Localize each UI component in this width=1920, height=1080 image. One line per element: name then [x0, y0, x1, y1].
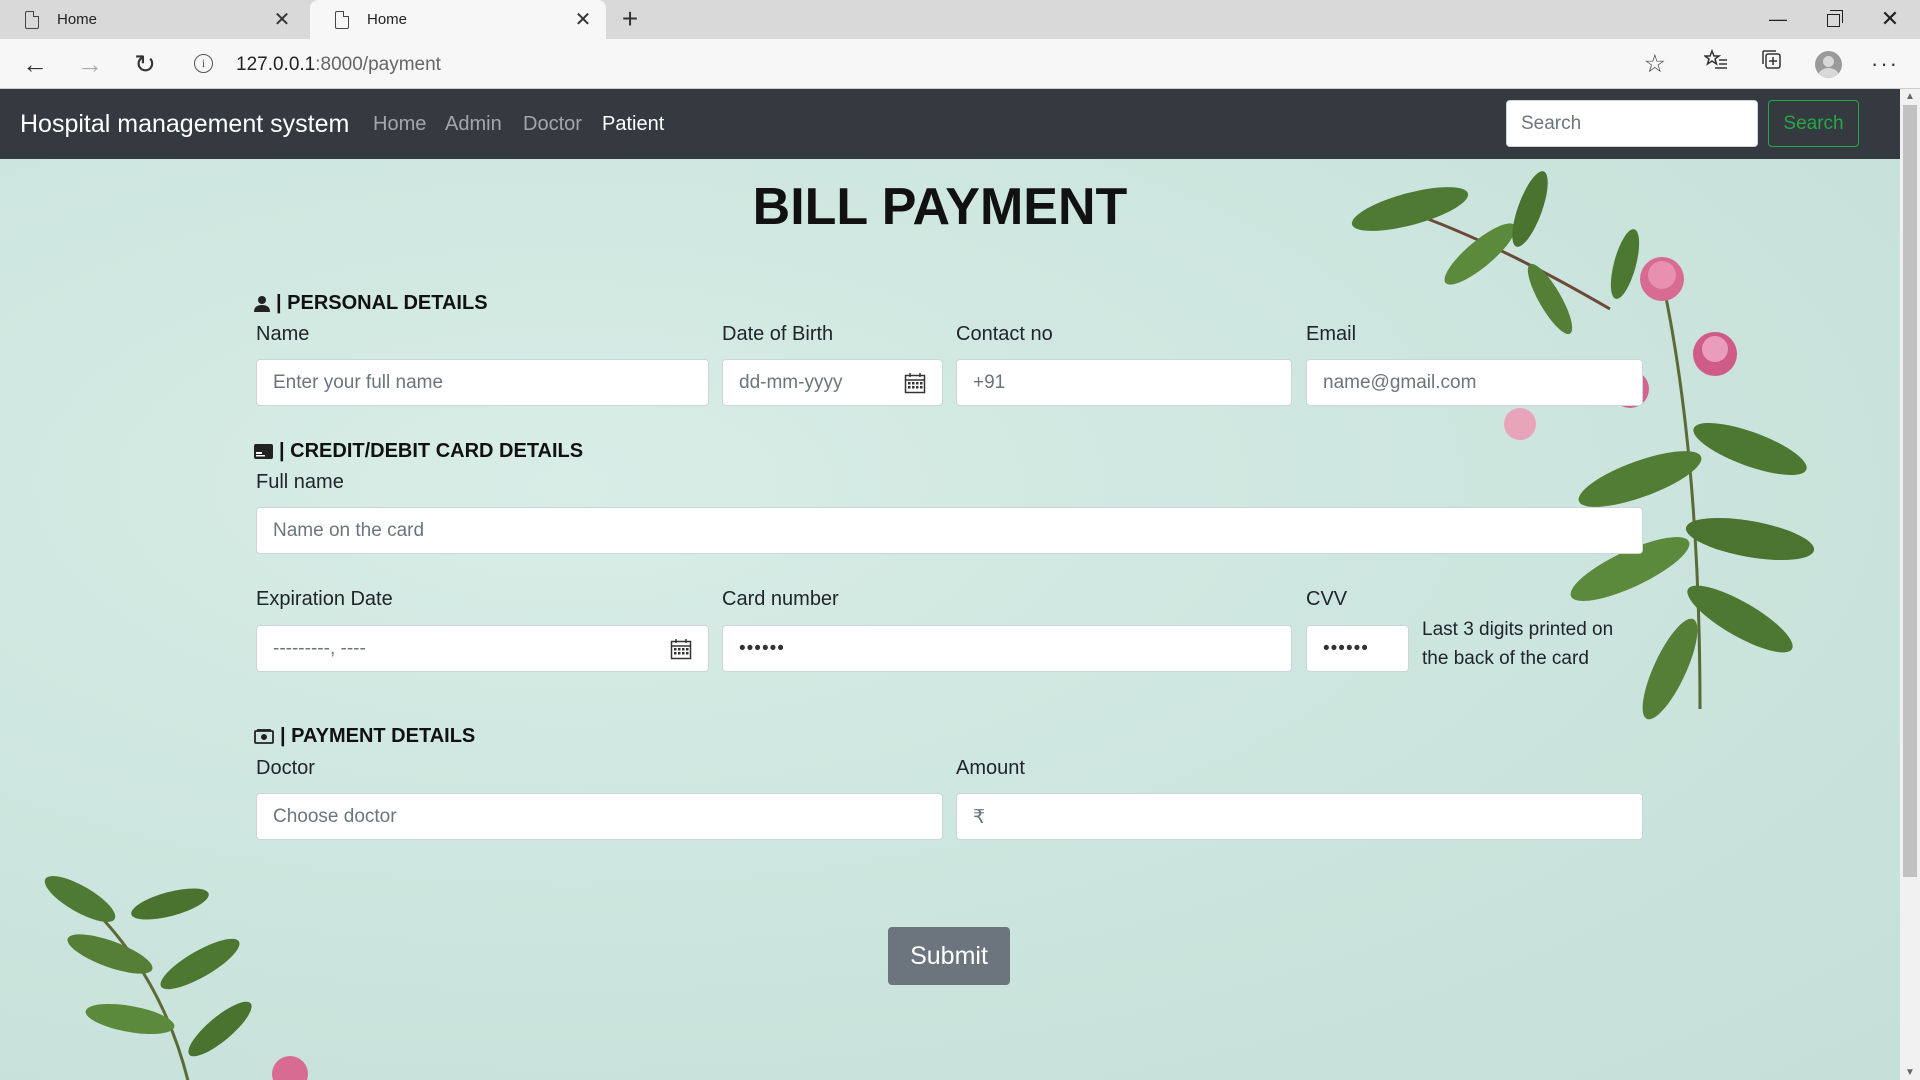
amount-label: Amount: [956, 757, 1025, 779]
card-fullname-input[interactable]: Name on the card: [256, 507, 1643, 554]
section-title: | PERSONAL DETAILS: [276, 292, 488, 314]
dob-placeholder: dd-mm-yyyy: [739, 372, 843, 393]
email-input[interactable]: name@gmail.com: [1306, 359, 1643, 406]
expiration-date-input[interactable]: ---------, ----: [256, 625, 709, 672]
brand-link[interactable]: Hospital management system: [20, 110, 349, 139]
card-fullname-label: Full name: [256, 471, 344, 493]
name-label: Name: [256, 323, 310, 345]
favorites-icon: [1702, 48, 1727, 69]
name-input[interactable]: Enter your full name: [256, 359, 709, 406]
decorative-leaf-branch: [44, 876, 308, 1080]
browser-tab-1[interactable]: Home ✕: [0, 0, 305, 39]
browser-tab-strip: Home ✕ Home ✕ + — ✕: [0, 0, 1920, 39]
back-button[interactable]: ←: [17, 47, 53, 81]
browser-tab-2[interactable]: Home ✕: [310, 0, 606, 39]
dob-input[interactable]: dd-mm-yyyy: [722, 359, 943, 406]
profile-avatar[interactable]: [1815, 51, 1842, 78]
cvv-label: CVV: [1306, 588, 1348, 610]
page-viewport: Hospital management system Home Admin Do…: [0, 89, 1900, 1080]
page-title: BILL PAYMENT: [752, 178, 1128, 236]
expiration-placeholder: ---------, ----: [273, 638, 366, 659]
doctor-placeholder: Choose doctor: [273, 806, 397, 827]
nav-link-patient[interactable]: Patient: [602, 113, 664, 136]
navbar-search-input[interactable]: [1506, 100, 1758, 147]
amount-input[interactable]: ₹: [956, 793, 1643, 840]
restore-icon: [1826, 9, 1843, 27]
cvv-value: ••••••: [1323, 638, 1369, 659]
site-info-icon[interactable]: i: [194, 54, 213, 73]
favorite-star-icon[interactable]: ☆: [1644, 49, 1666, 79]
cvv-input[interactable]: ••••••: [1306, 625, 1409, 672]
submit-button[interactable]: Submit: [888, 927, 1010, 985]
restore-button[interactable]: [1805, 4, 1861, 34]
collections-icon: [1762, 50, 1781, 69]
page-icon: [335, 10, 349, 29]
favorites-button[interactable]: [1696, 47, 1736, 81]
name-placeholder: Enter your full name: [273, 372, 444, 393]
section-title: | PAYMENT DETAILS: [280, 725, 476, 747]
url-field[interactable]: i 127.0.0.1:8000/payment ☆: [180, 45, 1680, 83]
card-number-label: Card number: [722, 588, 839, 610]
nav-link-doctor[interactable]: Doctor: [523, 113, 582, 136]
scroll-up-arrow-icon[interactable]: ▲: [1905, 91, 1915, 102]
credit-card-icon: [254, 444, 273, 459]
doctor-label: Doctor: [256, 757, 315, 779]
more-options-button[interactable]: ···: [1865, 47, 1905, 81]
tab-title: Home: [367, 11, 408, 28]
scroll-down-arrow-icon[interactable]: ▼: [1905, 1067, 1915, 1078]
minimize-button[interactable]: —: [1750, 4, 1806, 34]
amount-placeholder: ₹: [973, 807, 986, 828]
scrollbar-thumb[interactable]: [1903, 105, 1917, 877]
cvv-help-text: Last 3 digits printed on the back of the…: [1422, 619, 1614, 669]
card-number-value: ••••••: [739, 638, 785, 659]
section-card-details: | CREDIT/DEBIT CARD DETAILS: [254, 440, 583, 463]
section-personal-details: | PERSONAL DETAILS: [254, 292, 488, 315]
dob-label: Date of Birth: [722, 323, 834, 345]
reload-button[interactable]: ↻: [127, 47, 163, 81]
section-payment-details: | PAYMENT DETAILS: [254, 725, 475, 748]
cash-icon: [254, 729, 274, 744]
page-scrollbar[interactable]: ▲ ▼: [1900, 89, 1920, 1080]
site-navbar: Hospital management system Home Admin Do…: [0, 89, 1900, 159]
doctor-select[interactable]: Choose doctor: [256, 793, 943, 840]
url-host: 127.0.0.1: [236, 54, 316, 75]
calendar-icon[interactable]: [904, 372, 926, 394]
address-bar: ← → ↻ i 127.0.0.1:8000/payment ☆ ···: [0, 39, 1920, 89]
nav-link-home[interactable]: Home: [373, 113, 426, 136]
collections-button[interactable]: [1752, 47, 1792, 81]
close-tab-icon[interactable]: ✕: [267, 7, 297, 32]
url-path: :8000/payment: [315, 54, 441, 75]
expiration-date-label: Expiration Date: [256, 588, 393, 610]
page-icon: [25, 10, 39, 29]
card-fullname-placeholder: Name on the card: [273, 520, 425, 541]
section-title: | CREDIT/DEBIT CARD DETAILS: [279, 440, 584, 462]
close-tab-icon[interactable]: ✕: [568, 7, 598, 32]
navbar-search-button[interactable]: Search: [1768, 100, 1859, 147]
contact-placeholder: +91: [973, 372, 1006, 393]
close-window-button[interactable]: ✕: [1862, 4, 1918, 34]
forward-button[interactable]: →: [72, 47, 108, 81]
tab-title: Home: [57, 11, 98, 28]
contact-input[interactable]: +91: [956, 359, 1292, 406]
nav-link-admin[interactable]: Admin: [445, 113, 502, 136]
calendar-icon[interactable]: [670, 638, 692, 660]
contact-label: Contact no: [956, 323, 1053, 345]
person-icon: [254, 296, 270, 312]
email-placeholder: name@gmail.com: [1323, 372, 1477, 393]
url-text: 127.0.0.1:8000/payment: [236, 54, 441, 76]
card-number-input[interactable]: ••••••: [722, 625, 1292, 672]
new-tab-button[interactable]: +: [615, 3, 645, 35]
email-label: Email: [1306, 323, 1357, 345]
